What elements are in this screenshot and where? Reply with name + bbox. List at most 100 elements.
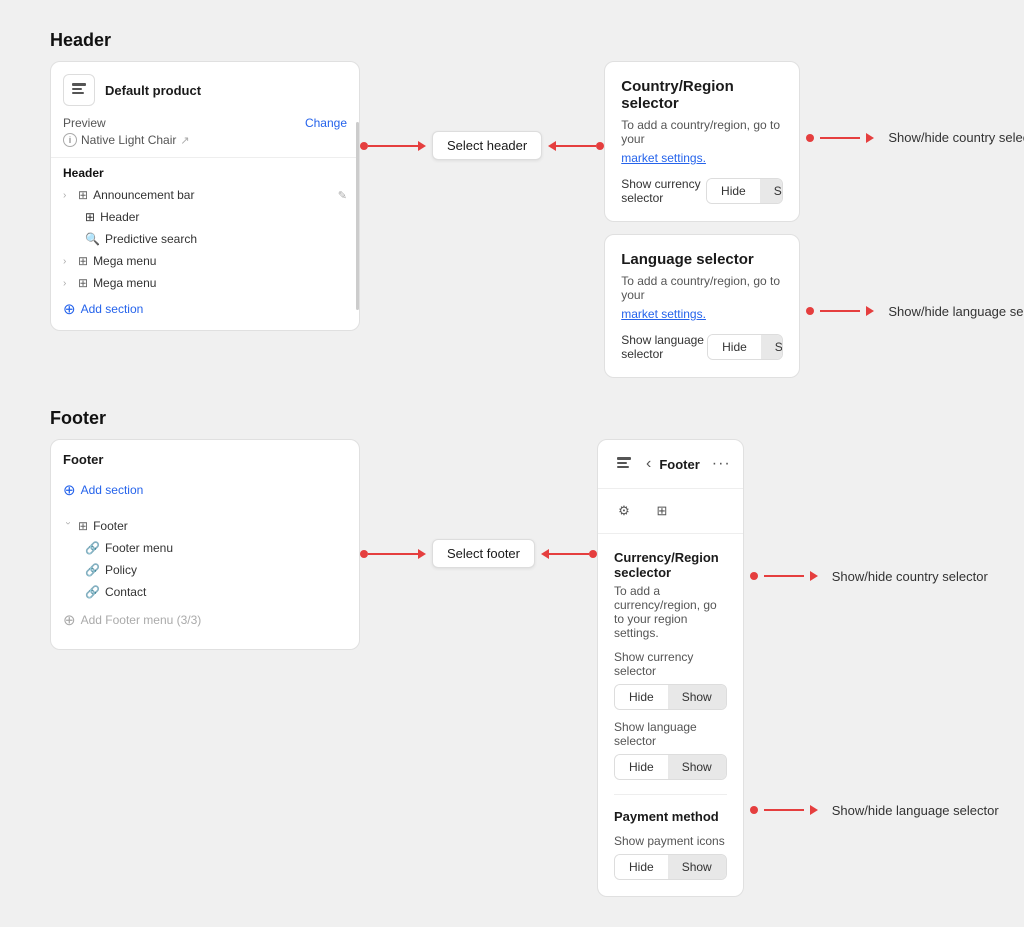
tree-item-announcement[interactable]: › ⊞ Announcement bar ✎ bbox=[63, 184, 347, 206]
f-ann-line-2 bbox=[764, 809, 804, 811]
country-ann-text: Show/hide country selector bbox=[888, 130, 1024, 145]
link-icon-1: 🔗 bbox=[85, 541, 100, 555]
country-annotation: Show/hide country selector bbox=[806, 130, 1024, 145]
currency-section-desc: To add a currency/region, go to your reg… bbox=[614, 584, 727, 640]
footer-panel-title: Footer bbox=[63, 452, 103, 467]
add-section-button[interactable]: ⊕ Add section bbox=[51, 294, 359, 318]
back-chevron[interactable]: ‹ bbox=[646, 455, 651, 473]
currency-hide-btn[interactable]: Hide bbox=[707, 179, 760, 203]
payment-title: Payment method bbox=[614, 809, 727, 824]
f-ann-dot-1 bbox=[750, 572, 758, 580]
currency-show-btn[interactable]: Show bbox=[760, 179, 784, 203]
header-annotations: Show/hide country selector Show/hide lan… bbox=[800, 61, 1024, 378]
header-left-panel: Default product Preview Change i Native … bbox=[50, 61, 360, 331]
footer-section-group: › ⊞ Footer 🔗 Footer menu 🔗 Policy bbox=[51, 507, 359, 603]
ann-head-1 bbox=[866, 133, 874, 143]
tree-contact[interactable]: 🔗 Contact bbox=[63, 581, 347, 603]
language-selector-row: Show language selector Hide Show bbox=[621, 333, 783, 361]
footer-currency-show[interactable]: Show bbox=[668, 685, 726, 709]
tree-item-predictive[interactable]: 🔍 Predictive search bbox=[63, 228, 347, 250]
payment-show-btn[interactable]: Show bbox=[668, 855, 726, 879]
chevron-icon-2: › bbox=[63, 256, 73, 267]
select-footer-label: Select footer bbox=[432, 539, 535, 568]
footer-panel-top: Footer bbox=[51, 452, 359, 477]
plus-icon-footer: ⊕ bbox=[63, 481, 76, 499]
grid-icon-3: ⊞ bbox=[78, 254, 88, 268]
language-ann-text: Show/hide language selector bbox=[888, 304, 1024, 319]
header-item-label: Header bbox=[100, 210, 139, 224]
language-selector-card: Language selector To add a country/regio… bbox=[604, 234, 800, 378]
scrollbar[interactable] bbox=[356, 122, 359, 310]
more-icon[interactable]: ··· bbox=[712, 455, 731, 473]
link-icon-2: 🔗 bbox=[85, 563, 100, 577]
chevron-footer: › bbox=[63, 521, 74, 531]
header-right-block: Country/Region selector To add a country… bbox=[604, 61, 1024, 378]
gear-icon[interactable]: ⚙ bbox=[610, 497, 638, 525]
footer-arrow-line-r bbox=[549, 553, 589, 555]
language-card-link[interactable]: market settings. bbox=[621, 307, 706, 321]
country-card-title: Country/Region selector bbox=[621, 78, 783, 112]
footer-card-title: Footer bbox=[659, 457, 699, 472]
currency-toggle-group: Hide Show bbox=[706, 178, 783, 204]
tree-item-header[interactable]: ⊞ Header bbox=[63, 206, 347, 228]
mega1-label: Mega menu bbox=[93, 254, 347, 268]
predictive-label: Predictive search bbox=[105, 232, 197, 246]
announcement-label: Announcement bar bbox=[93, 188, 333, 202]
currency-selector-label: Show currency selector bbox=[621, 177, 706, 205]
country-card-desc: To add a country/region, go to your bbox=[621, 118, 783, 146]
footer-title: Footer bbox=[50, 408, 974, 429]
mega2-label: Mega menu bbox=[93, 276, 347, 290]
grid-icon: ⊞ bbox=[78, 188, 88, 202]
info-icon: i bbox=[63, 133, 77, 147]
edit-icon: ✎ bbox=[338, 189, 347, 202]
language-toggle-group: Hide Show bbox=[707, 334, 783, 360]
language-show-btn[interactable]: Show bbox=[761, 335, 784, 359]
footer-tree-icon: ⊞ bbox=[78, 519, 88, 533]
group-label: Header bbox=[63, 166, 347, 180]
tree-policy[interactable]: 🔗 Policy bbox=[63, 559, 347, 581]
ann-dot-2 bbox=[806, 307, 814, 315]
grid-icon-footer[interactable]: ⊞ bbox=[648, 497, 676, 525]
language-selector-label: Show language selector bbox=[621, 333, 707, 361]
show-currency-label: Show currency selector bbox=[614, 650, 727, 678]
footer-currency-hide[interactable]: Hide bbox=[615, 685, 668, 709]
tree-footer-menu[interactable]: 🔗 Footer menu bbox=[63, 537, 347, 559]
arrowhead bbox=[418, 141, 426, 151]
chevron-icon: › bbox=[63, 190, 73, 201]
panel-icon bbox=[63, 74, 95, 106]
currency-selector-row: Show currency selector Hide Show bbox=[621, 177, 783, 205]
footer-arrow-dot-left bbox=[360, 550, 368, 558]
preview-label: Preview bbox=[63, 116, 106, 130]
panel-title: Default product bbox=[105, 83, 201, 98]
footer-currency-toggle: Hide Show bbox=[614, 684, 727, 710]
header-arrow-block: Select header bbox=[360, 61, 604, 160]
show-payment-label: Show payment icons bbox=[614, 834, 727, 848]
footer-lang-show[interactable]: Show bbox=[668, 755, 726, 779]
payment-hide-btn[interactable]: Hide bbox=[615, 855, 668, 879]
plus-icon: ⊕ bbox=[63, 300, 76, 318]
footer-arrow-line bbox=[368, 553, 418, 555]
grid-icon-2: ⊞ bbox=[85, 210, 95, 224]
language-hide-btn[interactable]: Hide bbox=[708, 335, 761, 359]
footer-language-toggle: Hide Show bbox=[614, 754, 727, 780]
tree-item-mega2[interactable]: › ⊞ Mega menu bbox=[63, 272, 347, 294]
tree-item-mega1[interactable]: › ⊞ Mega menu bbox=[63, 250, 347, 272]
f-ann-line-1 bbox=[764, 575, 804, 577]
f-country-ann-text: Show/hide country selector bbox=[832, 569, 988, 584]
arrow-line-r bbox=[556, 145, 596, 147]
f-language-ann-text: Show/hide language selector bbox=[832, 803, 999, 818]
footer-arrowhead bbox=[418, 549, 426, 559]
plus-icon-disabled: ⊕ bbox=[63, 611, 76, 629]
footer-language-annotation: Show/hide language selector bbox=[750, 803, 999, 818]
country-card-link[interactable]: market settings. bbox=[621, 151, 706, 165]
footer-tree-label: Footer bbox=[93, 519, 347, 533]
footer-left-panel: Footer ⊕ Add section › ⊞ Footer bbox=[50, 439, 360, 650]
tree-item-footer[interactable]: › ⊞ Footer bbox=[63, 515, 347, 537]
footer-arrow-dot-right bbox=[589, 550, 597, 558]
change-button[interactable]: Change bbox=[305, 116, 347, 130]
footer-card-header: ‹ Footer ··· bbox=[598, 440, 743, 489]
panel-icon-box-footer bbox=[610, 450, 638, 478]
footer-lang-hide[interactable]: Hide bbox=[615, 755, 668, 779]
select-header-label: Select header bbox=[432, 131, 542, 160]
footer-add-section[interactable]: ⊕ Add section bbox=[51, 477, 359, 507]
